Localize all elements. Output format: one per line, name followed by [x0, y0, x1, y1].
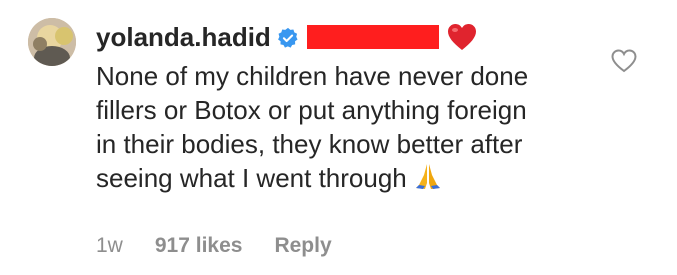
- comment-text-first: None: [96, 61, 159, 91]
- comment-age: 1w: [96, 234, 123, 257]
- avatar[interactable]: [28, 18, 76, 66]
- red-heart-icon: [447, 23, 477, 59]
- comment-text: of my children have never done fillers o…: [96, 61, 529, 193]
- verified-badge-icon: [277, 23, 299, 57]
- likes-count[interactable]: 917 likes: [155, 234, 243, 258]
- redaction-bar: [306, 25, 439, 49]
- heart-outline-icon[interactable]: [611, 49, 637, 73]
- comment-meta: 1w 917 likes Reply: [96, 234, 364, 258]
- folded-hands-icon: [413, 161, 443, 199]
- reply-button[interactable]: Reply: [274, 234, 331, 258]
- username-link[interactable]: yolanda.hadid: [96, 22, 271, 52]
- comment: yolanda.hadid None of my children have n…: [96, 20, 546, 199]
